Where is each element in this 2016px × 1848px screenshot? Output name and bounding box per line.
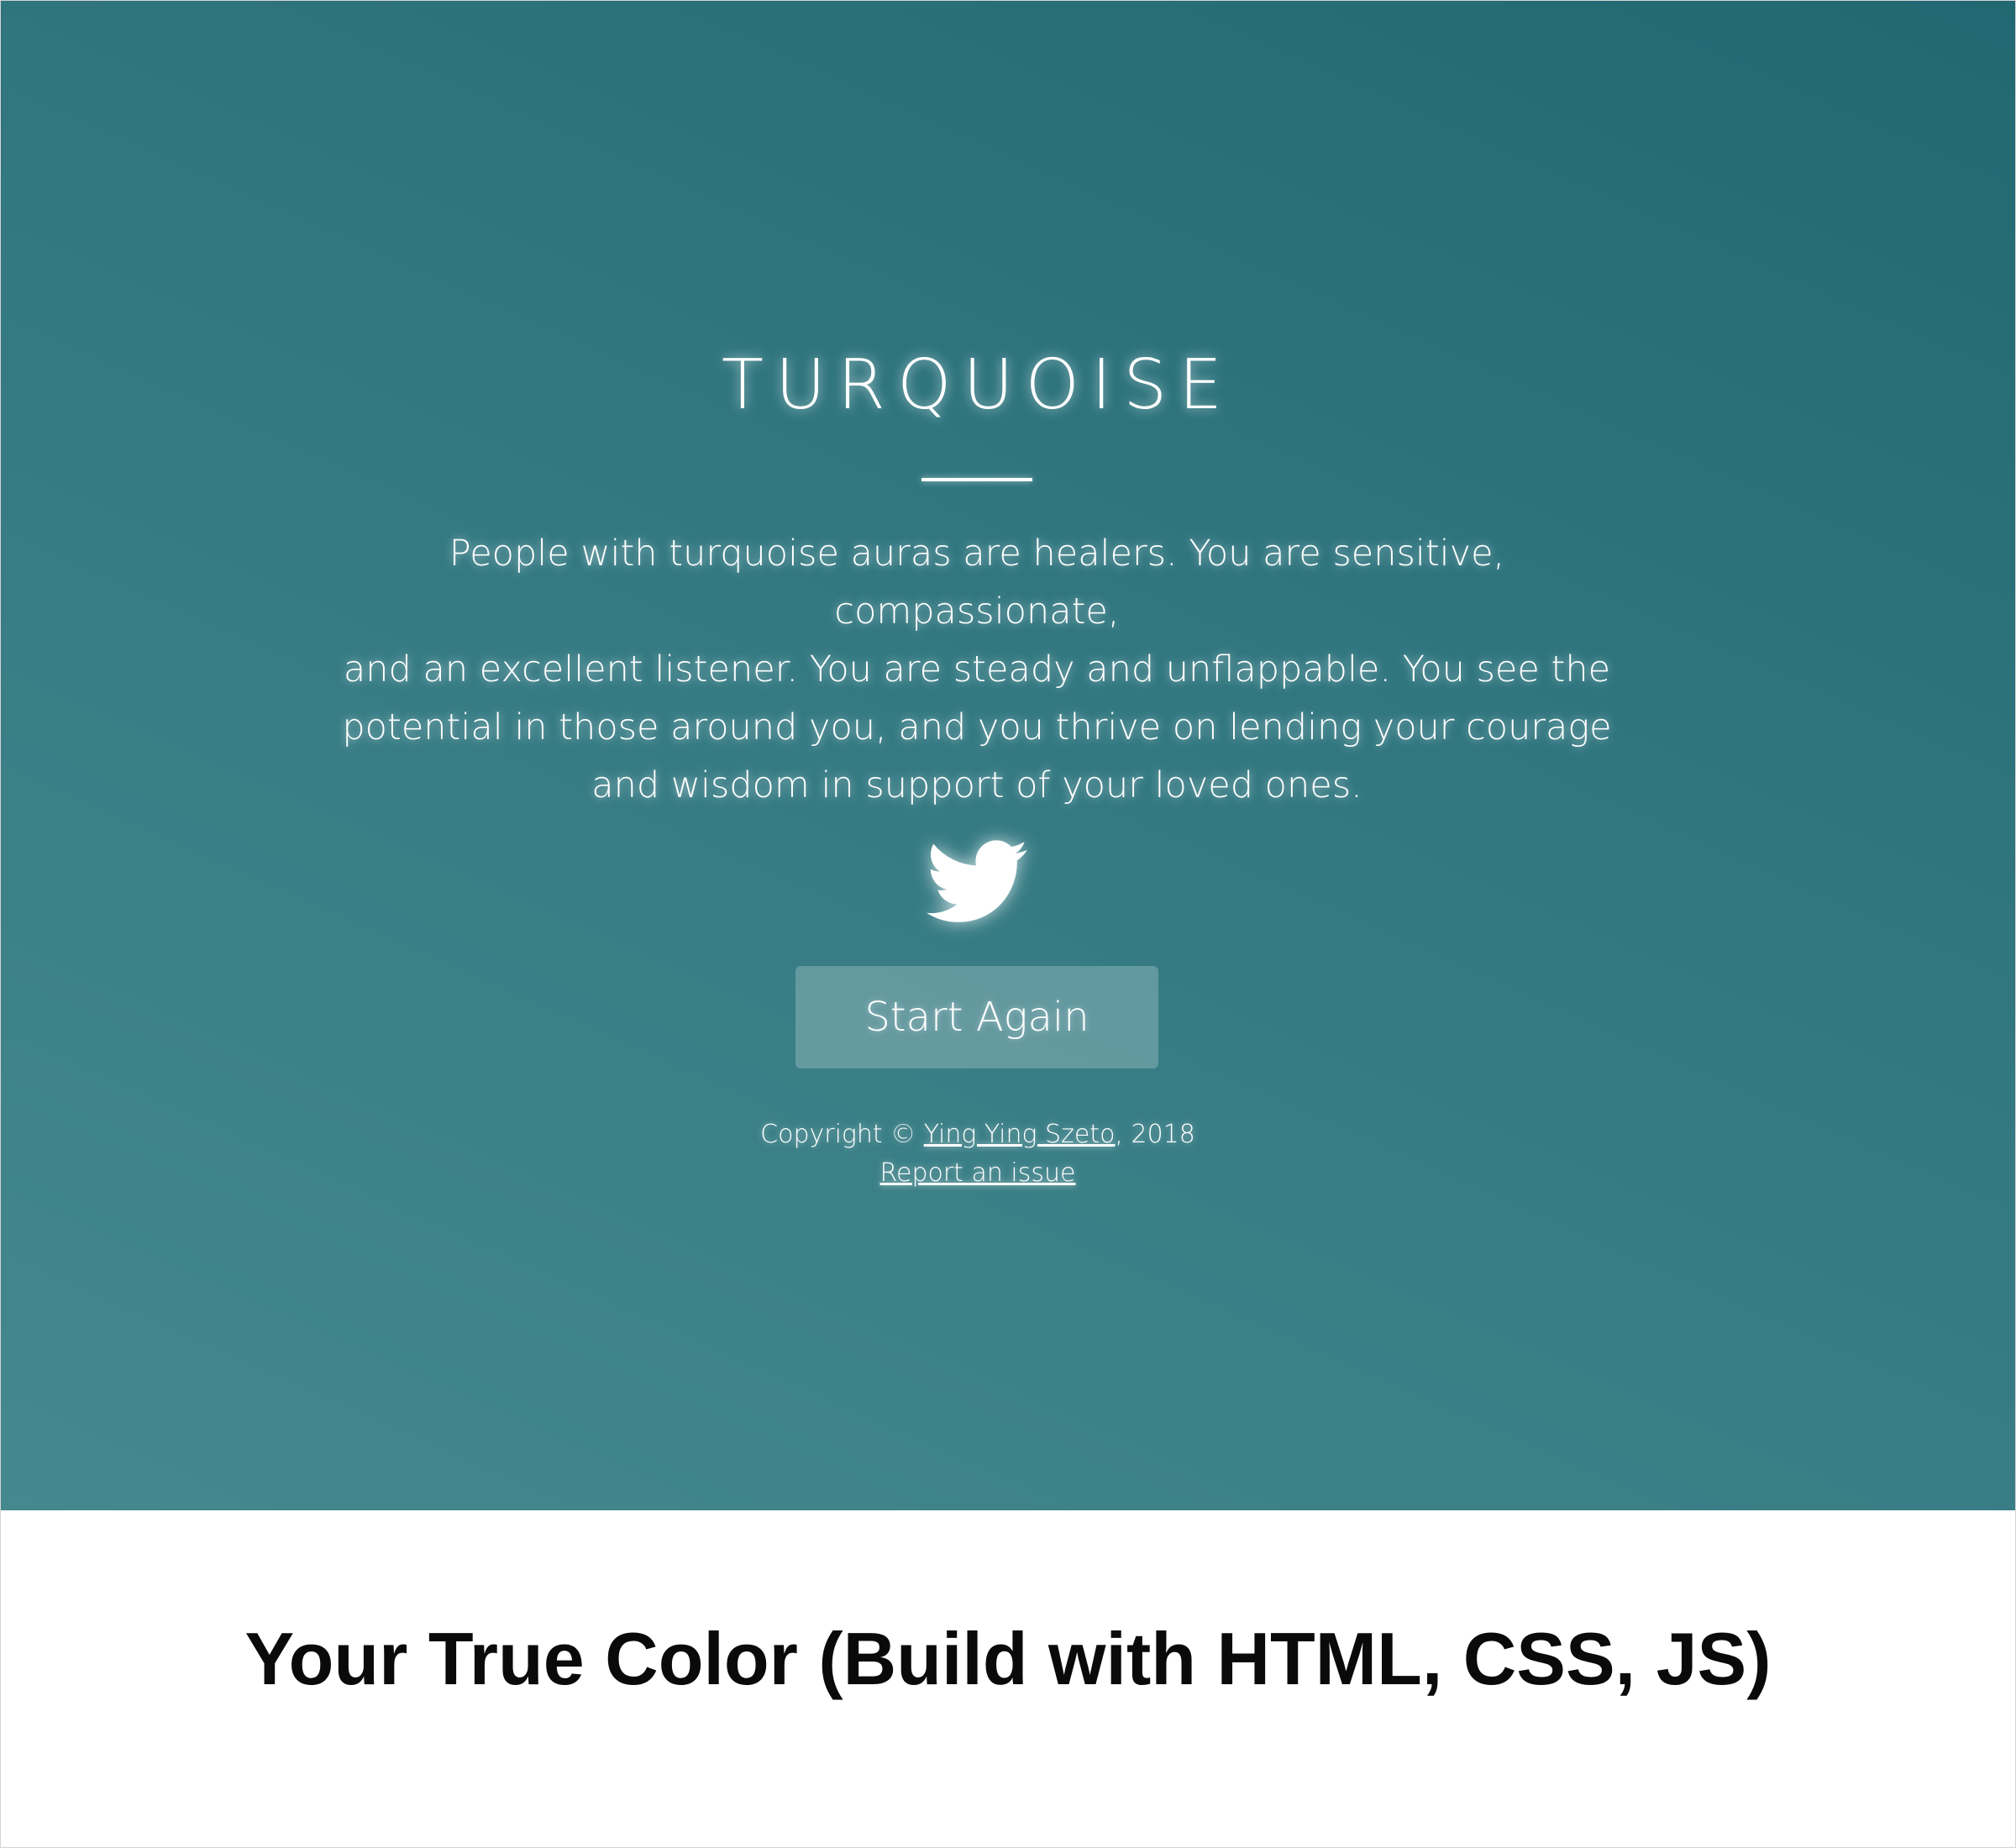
copyright-prefix: Copyright © bbox=[760, 1120, 924, 1149]
author-link[interactable]: Ying Ying Szeto bbox=[924, 1120, 1116, 1149]
footer: Copyright © Ying Ying Szeto, 2018 Report… bbox=[1, 1116, 1955, 1193]
copyright-line: Copyright © Ying Ying Szeto, 2018 bbox=[1, 1116, 1955, 1154]
description-line: and an excellent listener. You are stead… bbox=[343, 648, 1611, 690]
result-content: TURQUOISE People with turquoise auras ar… bbox=[1, 1, 2015, 1510]
start-again-button[interactable]: Start Again bbox=[795, 966, 1158, 1068]
description-line: potential in those around you, and you t… bbox=[342, 706, 1612, 748]
result-title: TURQUOISE bbox=[721, 345, 1235, 425]
project-caption: Your True Color (Build with HTML, CSS, J… bbox=[244, 1617, 1772, 1700]
description-line: and wisdom in support of your loved ones… bbox=[591, 764, 1362, 806]
title-divider bbox=[921, 478, 1032, 481]
twitter-share-glyph bbox=[927, 840, 1027, 922]
description-line: People with turquoise auras are healers.… bbox=[449, 533, 1505, 633]
report-issue-link[interactable]: Report an issue bbox=[880, 1158, 1076, 1188]
result-screen: TURQUOISE People with turquoise auras ar… bbox=[1, 1, 2015, 1510]
twitter-bird-icon[interactable] bbox=[927, 838, 1027, 926]
result-description: People with turquoise auras are healers.… bbox=[303, 525, 1651, 815]
report-line: Report an issue bbox=[1, 1154, 1955, 1193]
copyright-year: , 2018 bbox=[1115, 1120, 1195, 1149]
